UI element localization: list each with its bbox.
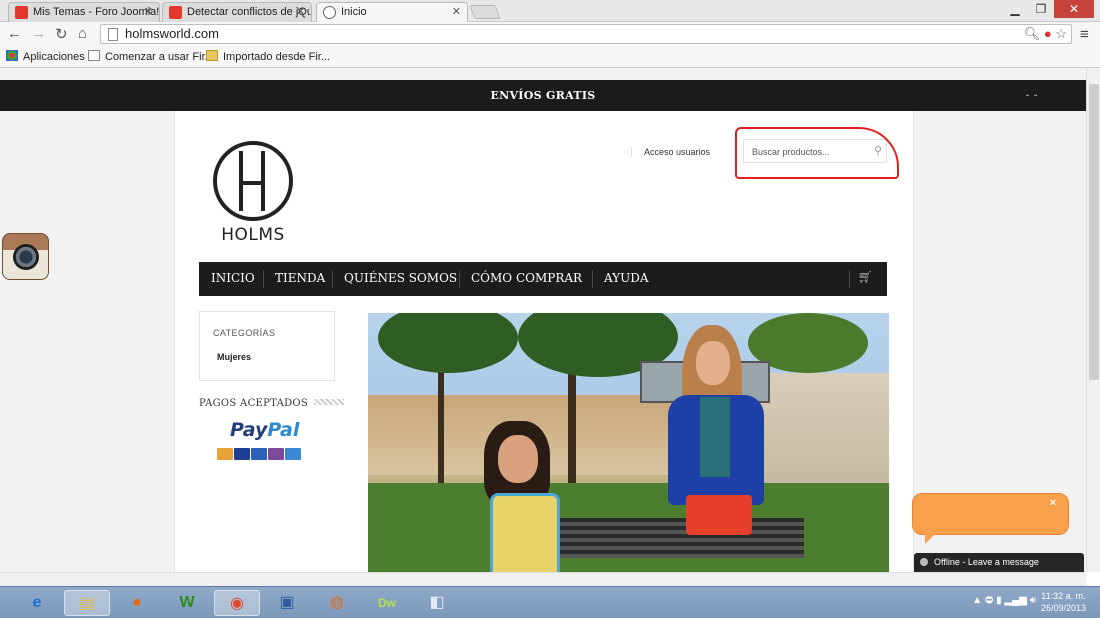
network-app-icon[interactable]: ▣ bbox=[264, 590, 310, 616]
tab-detectar-conflictos[interactable]: Detectar conflictos de jQu ✕ bbox=[162, 2, 312, 22]
joomla-favicon-icon bbox=[15, 6, 28, 19]
nav-ayuda[interactable]: AYUDA bbox=[604, 271, 649, 285]
clock[interactable]: 11:32 a. m. 26/09/2013 bbox=[1041, 590, 1086, 614]
close-tab-icon[interactable]: ✕ bbox=[144, 5, 153, 18]
firefox-icon[interactable]: ◍ bbox=[314, 590, 360, 616]
shipping-banner: ENVÍOS GRATIS - - bbox=[0, 80, 1086, 111]
window-controls: ▁ ❐ ✕ bbox=[1002, 0, 1094, 18]
internet-explorer-icon[interactable]: e bbox=[14, 590, 60, 616]
categories-heading: CATEGORÍAS bbox=[213, 328, 276, 338]
chrome-menu-icon[interactable]: ≡ bbox=[1080, 26, 1089, 43]
login-link[interactable]: Acceso usuarios bbox=[631, 147, 710, 157]
tab-strip: Mis Temas - Foro Joomla! ✕ Detectar conf… bbox=[0, 0, 1100, 22]
nav-quienes-somos[interactable]: QUIÉNES SOMOS bbox=[344, 271, 457, 285]
w-app-icon[interactable]: W bbox=[164, 590, 210, 616]
minimize-icon[interactable]: ▁ bbox=[1002, 2, 1028, 16]
bookmark-apps[interactable]: Aplicaciones bbox=[6, 50, 85, 63]
bookmark-importado[interactable]: Importado desde Fir... bbox=[206, 50, 330, 63]
tab-mis-temas[interactable]: Mis Temas - Foro Joomla! ✕ bbox=[8, 2, 160, 22]
chat-offline-bar[interactable]: Offline - Leave a message bbox=[914, 553, 1084, 572]
dreamweaver-icon[interactable]: Dw bbox=[364, 590, 410, 616]
file-explorer-icon[interactable]: ▤ bbox=[64, 590, 110, 616]
bookmark-comenzar[interactable]: Comenzar a usar Fir... bbox=[88, 50, 214, 63]
page-viewport: ENVÍOS GRATIS - - HOLMS Acceso usuarios … bbox=[0, 68, 1086, 572]
chrome-icon[interactable]: ◉ bbox=[214, 590, 260, 616]
amex-icon bbox=[285, 448, 301, 460]
tab-inicio[interactable]: Inicio ✕ bbox=[316, 2, 468, 22]
discover-icon bbox=[268, 448, 284, 460]
back-icon[interactable]: ← bbox=[7, 25, 22, 42]
page-icon bbox=[88, 50, 100, 61]
instagram-icon[interactable] bbox=[2, 233, 49, 280]
address-bar[interactable]: holmsworld.com 🔍︎ ● ☆ bbox=[100, 24, 1072, 44]
close-chat-icon[interactable]: × bbox=[1050, 497, 1056, 509]
main-nav: INICIO TIENDA QUIÉNES SOMOS CÓMO COMPRAR… bbox=[199, 262, 887, 296]
nav-como-comprar[interactable]: CÓMO COMPRAR bbox=[471, 271, 582, 285]
windows-taskbar: e ▤ ● W ◉ ▣ ◍ Dw ◧ ▲ ⛔︎ ▮ ▂▄▆ 🔊︎ 11:32 a… bbox=[0, 586, 1100, 618]
system-tray[interactable]: ▲ ⛔︎ ▮ ▂▄▆ 🔊︎ bbox=[972, 595, 1036, 606]
banner-toggle-icon[interactable]: - - bbox=[1025, 80, 1038, 111]
bookmarks-bar: Aplicaciones Comenzar a usar Fir... Impo… bbox=[0, 46, 1100, 68]
chat-bubble[interactable]: × bbox=[912, 493, 1069, 544]
payment-cards bbox=[217, 447, 321, 460]
search-icon[interactable]: 🔍︎ bbox=[1024, 26, 1041, 41]
vertical-scrollbar[interactable] bbox=[1086, 68, 1100, 572]
notes-app-icon[interactable]: ◧ bbox=[414, 590, 460, 616]
apps-grid-icon bbox=[6, 50, 18, 61]
model-left bbox=[480, 421, 564, 572]
close-window-icon[interactable]: ✕ bbox=[1054, 0, 1094, 18]
forward-icon[interactable]: → bbox=[31, 25, 46, 42]
extension-icon[interactable]: ● bbox=[1044, 26, 1052, 41]
mastercard-icon bbox=[217, 448, 233, 460]
hero-image[interactable] bbox=[368, 313, 889, 572]
visa-icon bbox=[234, 448, 250, 460]
horizontal-scrollbar[interactable] bbox=[0, 572, 1086, 586]
browser-toolbar: ← → ↻ ⌂ holmsworld.com 🔍︎ ● ☆ bbox=[0, 22, 1100, 46]
site-container: HOLMS Acceso usuarios Buscar productos..… bbox=[174, 111, 914, 572]
category-mujeres[interactable]: Mujeres bbox=[217, 352, 251, 362]
nav-inicio[interactable]: INICIO bbox=[211, 271, 255, 285]
new-tab-button[interactable] bbox=[469, 5, 501, 19]
paypal-logo: PayPal bbox=[230, 419, 300, 441]
joomla-favicon-icon bbox=[169, 6, 182, 19]
chat-status-icon bbox=[920, 558, 928, 566]
red-annotation-outline bbox=[735, 127, 899, 179]
categories-box: CATEGORÍAS Mujeres bbox=[199, 311, 335, 381]
restore-icon[interactable]: ❐ bbox=[1028, 2, 1054, 16]
holms-logo[interactable]: HOLMS bbox=[211, 141, 295, 245]
folder-icon bbox=[206, 50, 218, 61]
globe-favicon-icon bbox=[323, 6, 336, 19]
nav-tienda[interactable]: TIENDA bbox=[275, 271, 325, 285]
home-icon[interactable]: ⌂ bbox=[78, 25, 87, 42]
media-player-icon[interactable]: ● bbox=[114, 590, 160, 616]
close-tab-icon[interactable]: ✕ bbox=[452, 5, 461, 18]
model-right bbox=[660, 325, 770, 545]
close-tab-icon[interactable]: ✕ bbox=[296, 5, 305, 18]
page-icon bbox=[108, 28, 118, 41]
maestro-icon bbox=[251, 448, 267, 460]
reload-icon[interactable]: ↻ bbox=[55, 25, 68, 43]
star-icon[interactable]: ☆ bbox=[1055, 26, 1067, 41]
cart-icon[interactable]: 🛒︎ bbox=[858, 270, 873, 284]
payments-heading: PAGOS ACEPTADOS bbox=[199, 398, 345, 409]
logo-emblem bbox=[213, 141, 293, 221]
